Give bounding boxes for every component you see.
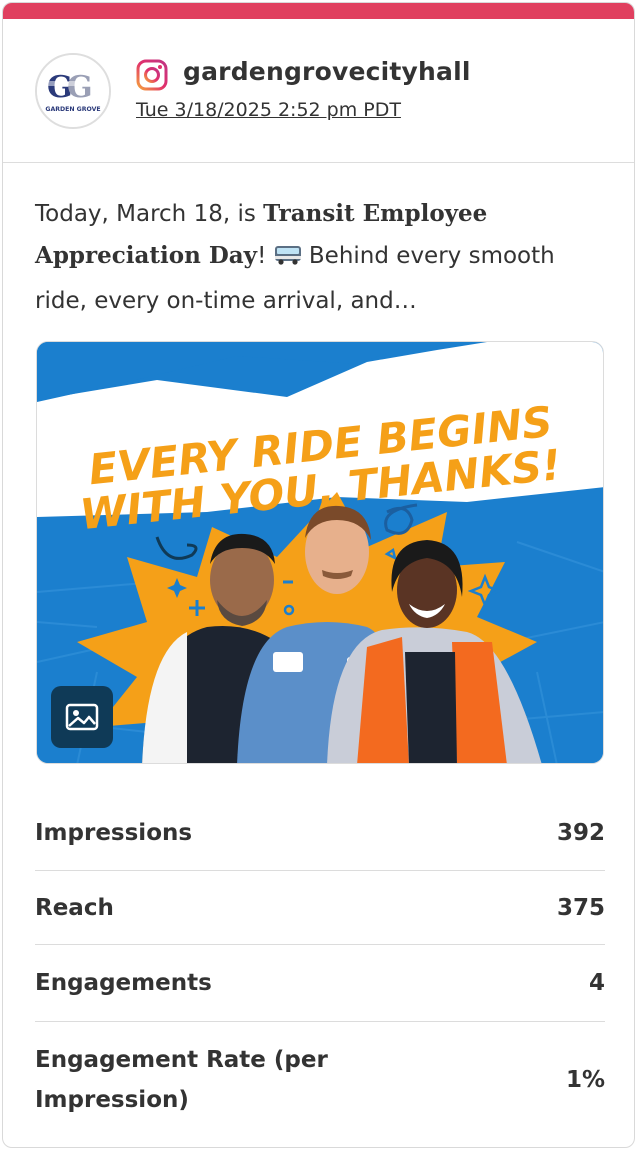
post-stats: Impressions 392 Reach 375 Engagements 4 … xyxy=(35,795,605,1138)
post-text-part1: Today, March 18, is xyxy=(35,201,264,227)
stat-row-impressions: Impressions 392 xyxy=(35,795,605,871)
garden-grove-logo: G G GARDEN GROVE xyxy=(37,55,109,127)
accent-bar xyxy=(3,3,634,19)
stat-value: 392 xyxy=(556,819,605,846)
avatar[interactable]: G G GARDEN GROVE xyxy=(35,53,111,129)
stat-label: Impressions xyxy=(35,819,193,846)
stat-value: 375 xyxy=(556,894,605,921)
svg-text:G: G xyxy=(67,70,93,105)
stat-row-reach: Reach 375 xyxy=(35,871,605,945)
post-timestamp-link[interactable]: Tue 3/18/2025 2:52 pm PDT xyxy=(136,99,401,121)
image-media-badge[interactable] xyxy=(51,686,113,748)
post-text: Today, March 18, is Transit Employee App… xyxy=(35,193,605,322)
stat-label: Engagements xyxy=(35,970,212,996)
stat-label: Reach xyxy=(35,894,114,921)
post-image[interactable]: EVERY RIDE BEGINS WITH YOU, THANKS! xyxy=(36,341,604,764)
stat-row-engagements: Engagements 4 xyxy=(35,945,605,1022)
transit-appreciation-graphic: EVERY RIDE BEGINS WITH YOU, THANKS! xyxy=(37,342,603,763)
post-text-part2: ! xyxy=(257,243,274,269)
avatar-logo-text: GARDEN GROVE xyxy=(45,106,100,113)
username[interactable]: gardengrovecityhall xyxy=(183,57,471,86)
stat-label: Engagement Rate (per Impression) xyxy=(35,1047,328,1113)
stat-row-engagement-rate: Engagement Rate (per Impression) 1% xyxy=(35,1022,605,1138)
stat-value: 4 xyxy=(588,970,605,996)
stat-value: 1% xyxy=(565,1067,605,1093)
instagram-icon xyxy=(136,59,168,91)
post-card: G G GARDEN GROVE gardengrovecityhall Tue… xyxy=(2,2,635,1148)
image-icon xyxy=(65,703,99,731)
post-header: G G GARDEN GROVE gardengrovecityhall Tue… xyxy=(3,19,634,163)
bus-emoji-icon xyxy=(274,238,302,280)
